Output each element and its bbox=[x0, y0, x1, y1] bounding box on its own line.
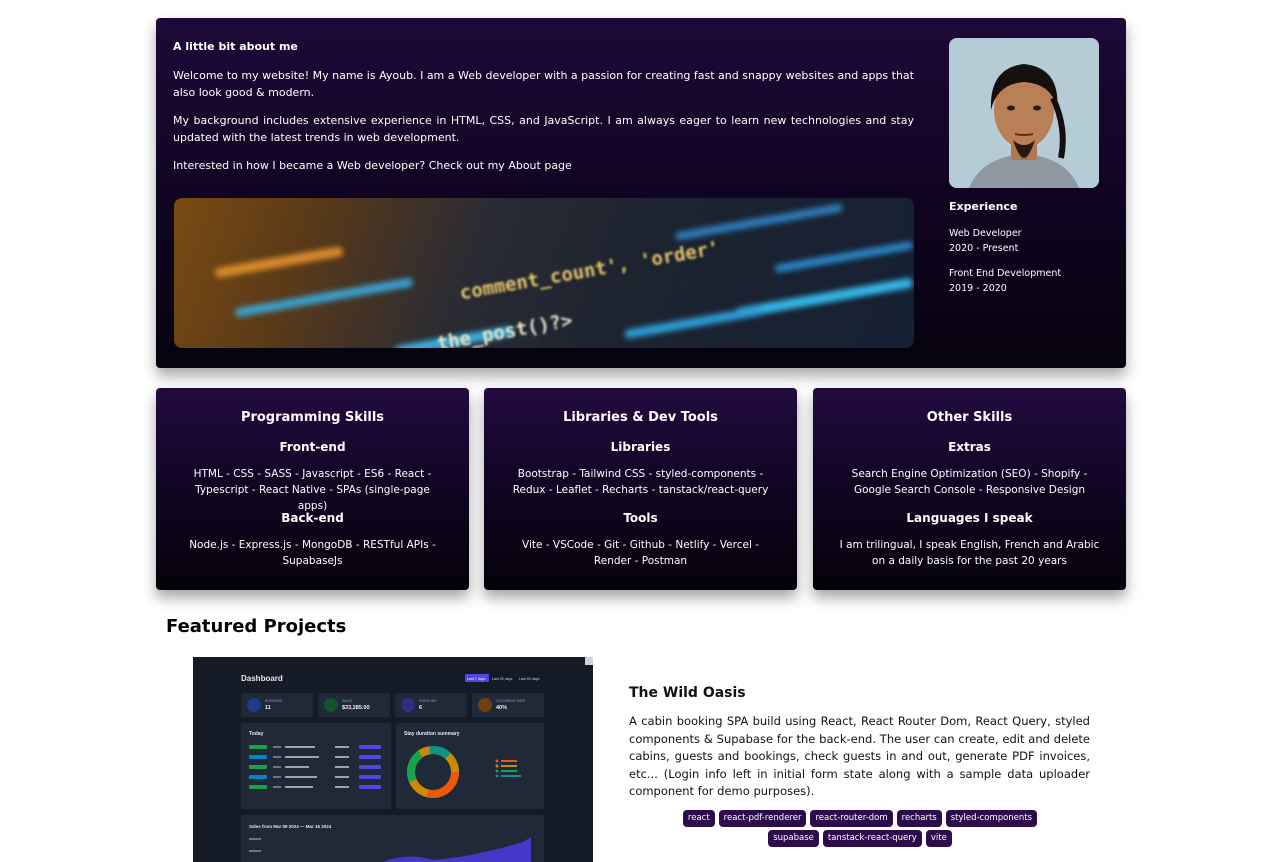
project-title[interactable]: The Wild Oasis bbox=[629, 685, 746, 701]
tech-tag: tanstack-react-query bbox=[822, 830, 922, 847]
filter-option: Last 7 days bbox=[467, 677, 486, 681]
experience-title: Experience bbox=[949, 200, 1018, 213]
code-image: comment_count', 'order' the_post()?> bbox=[174, 198, 914, 348]
skill-section-text: I am trilingual, I speak English, French… bbox=[839, 539, 1100, 567]
skill-card-title: Libraries & Dev Tools bbox=[563, 410, 718, 425]
skill-card-title: Programming Skills bbox=[240, 410, 385, 425]
filter-option: Last 90 days bbox=[519, 677, 540, 681]
skill-card-other: Other Skills Extras Search Engine Optimi… bbox=[813, 388, 1126, 590]
dashboard-preview: Dashboard Last 7 days Last 30 days Last … bbox=[193, 657, 593, 862]
experience-period: 2019 - 2020 bbox=[949, 283, 1007, 294]
stat-label: CHECK INS bbox=[419, 699, 436, 703]
page: A little bit about me Welcome to my webs… bbox=[0, 0, 1286, 862]
today-title: Today bbox=[249, 731, 264, 737]
stat-label: BOOKINGS bbox=[265, 699, 282, 703]
stat-label: OCCUPANCY RATE bbox=[496, 699, 525, 703]
stat-value: 11 bbox=[265, 705, 271, 711]
skill-section-heading: Languages I speak bbox=[906, 511, 1033, 525]
about-title: A little bit about me bbox=[173, 40, 298, 53]
experience-item: Web Developer 2020 - Present bbox=[949, 226, 1022, 256]
skill-section-text: Bootstrap - Tailwind CSS - styled-compon… bbox=[512, 468, 769, 496]
skill-section-heading: Extras bbox=[948, 440, 991, 454]
skill-card-title: Other Skills bbox=[926, 410, 1013, 425]
code-line: comment_count', 'order' bbox=[458, 237, 721, 304]
skill-section-text: Search Engine Optimization (SEO) - Shopi… bbox=[851, 468, 1088, 496]
tech-tag: styled-components bbox=[945, 810, 1038, 827]
experience-role: Web Developer bbox=[949, 228, 1022, 239]
skill-card-programming: Programming Skills Front-end HTML - CSS … bbox=[156, 388, 469, 590]
project-screenshot[interactable]: Dashboard Last 7 days Last 30 days Last … bbox=[193, 657, 593, 862]
project-tags: react react-pdf-renderer react-router-do… bbox=[660, 810, 1060, 847]
tech-tag: react-router-dom bbox=[810, 810, 893, 827]
stat-value: $33,285.00 bbox=[342, 705, 370, 711]
stat-value: 6 bbox=[419, 705, 422, 711]
about-paragraph[interactable]: Interested in how I became a Web develop… bbox=[173, 157, 914, 174]
profile-photo-art bbox=[949, 38, 1099, 188]
skill-section-text: Vite - VSCode - Git - Github - Netlify -… bbox=[522, 539, 759, 567]
profile-photo bbox=[949, 38, 1099, 188]
today-panel: Today bbox=[241, 723, 391, 809]
skill-card-libraries: Libraries & Dev Tools Libraries Bootstra… bbox=[484, 388, 797, 590]
about-paragraph: Welcome to my website! My name is Ayoub.… bbox=[173, 69, 914, 99]
skill-section-heading: Tools bbox=[623, 511, 658, 525]
tech-tag: recharts bbox=[896, 810, 942, 827]
stay-duration-panel: Stay duration summary bbox=[396, 723, 544, 809]
code-line: the_post()?> bbox=[435, 309, 574, 348]
about-paragraph: My background includes extensive experie… bbox=[173, 114, 914, 144]
experience-role: Front End Development bbox=[949, 268, 1062, 279]
tech-tag: supabase bbox=[768, 830, 819, 847]
tech-tag: react bbox=[682, 810, 715, 827]
stat-label: SALES bbox=[342, 699, 352, 703]
summary-title: Stay duration summary bbox=[404, 731, 460, 737]
featured-projects-heading: Featured Projects bbox=[166, 616, 347, 637]
skill-section-text: HTML - CSS - SASS - Javascript - ES6 - R… bbox=[193, 468, 432, 512]
experience-item: Front End Development 2019 - 2020 bbox=[949, 266, 1061, 296]
sales-title: Sales from Mar 09 2024 — Mar 15 2024 bbox=[249, 824, 332, 829]
sales-panel: Sales from Mar 09 2024 — Mar 15 2024 bbox=[241, 815, 544, 862]
tech-tag: vite bbox=[925, 830, 952, 847]
stat-value: 40% bbox=[496, 705, 507, 711]
code-image-art: comment_count', 'order' the_post()?> bbox=[214, 203, 913, 348]
skill-section-heading: Front-end bbox=[279, 440, 346, 454]
tech-tag: react-pdf-renderer bbox=[718, 810, 807, 827]
skill-section-text: Node.js - Express.js - MongoDB - RESTful… bbox=[189, 539, 436, 567]
about-card: A little bit about me Welcome to my webs… bbox=[156, 18, 1126, 368]
skill-section-heading: Libraries bbox=[610, 440, 671, 454]
filter-option: Last 30 days bbox=[492, 677, 513, 681]
project-description: A cabin booking SPA build using React, R… bbox=[629, 714, 1090, 798]
skill-section-heading: Back-end bbox=[281, 511, 344, 525]
experience-period: 2020 - Present bbox=[949, 243, 1019, 254]
dashboard-heading: Dashboard bbox=[241, 674, 283, 683]
